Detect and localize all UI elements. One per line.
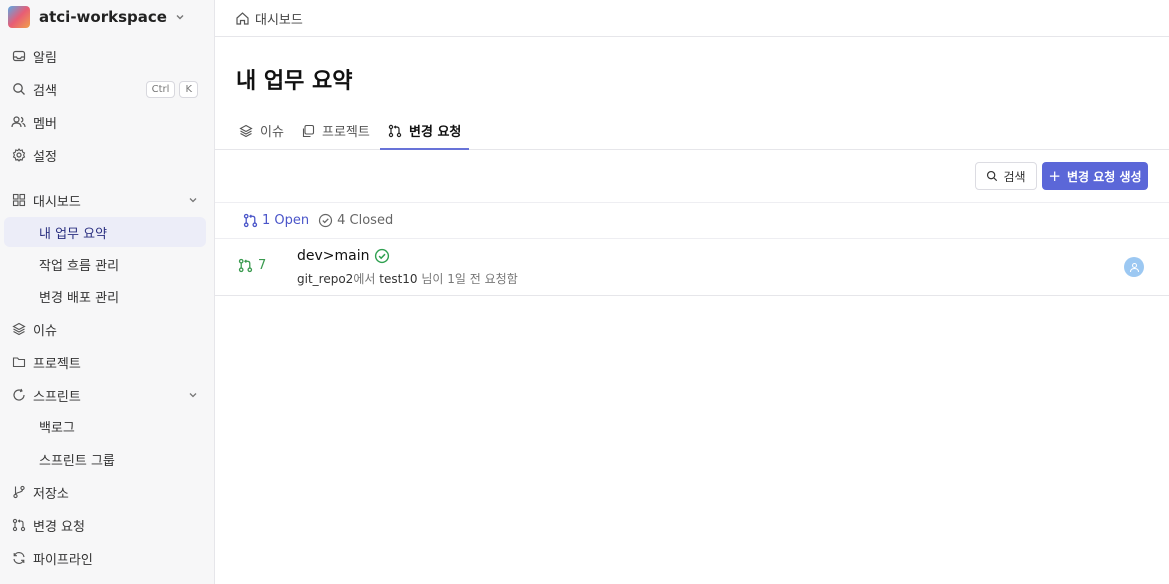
check-circle-icon [318, 213, 333, 228]
sprint-icon [11, 388, 26, 403]
sidebar-item-issues[interactable]: 이슈 [4, 314, 206, 344]
pr-repo: git_repo2 [297, 272, 354, 286]
search-icon [986, 170, 998, 182]
chevron-down-icon [175, 12, 185, 22]
workspace-switcher[interactable]: atci-workspace [8, 5, 185, 29]
pull-request-icon [11, 518, 26, 533]
tab-bar: 이슈 프로젝트 변경 요청 [215, 112, 1169, 150]
workspace-logo [8, 6, 30, 28]
check-circle-icon [374, 248, 390, 264]
sidebar-item-label: 설정 [33, 149, 57, 165]
git-branch-icon [11, 485, 26, 500]
sidebar-item-settings[interactable]: 설정 [4, 140, 206, 170]
sidebar-item-label: 스프린트 [33, 389, 81, 405]
sidebar-item-my-summary[interactable]: 내 업무 요약 [4, 217, 206, 247]
tab-issues[interactable]: 이슈 [239, 112, 284, 149]
sidebar-item-sprint-groups[interactable]: 스프린트 그룹 [4, 444, 206, 474]
sidebar: atci-workspace 알림 검색 Ctrl K 멤버 설정 대시보드 내… [0, 0, 215, 584]
shortcut-k: K [179, 80, 198, 98]
layers-icon [239, 124, 253, 138]
sidebar-item-label: 변경 요청 [33, 519, 85, 535]
toolbar: 검색 + 변경 요청 생성 [215, 150, 1169, 203]
dashboard-icon [11, 193, 26, 208]
sidebar-item-label: 작업 흐름 관리 [39, 258, 120, 274]
sidebar-item-sprint[interactable]: 스프린트 [4, 380, 206, 410]
tab-label: 변경 요청 [409, 125, 462, 140]
home-icon [235, 11, 250, 26]
chevron-down-icon[interactable] [188, 390, 198, 400]
plus-icon: + [1048, 167, 1061, 185]
breadcrumb: 대시보드 [215, 0, 1169, 37]
pr-meta-mid: 에서 [353, 272, 376, 286]
sidebar-item-label: 파이프라인 [33, 552, 93, 568]
sidebar-item-label: 알림 [33, 50, 57, 66]
search-button-label: 검색 [1003, 169, 1026, 184]
sidebar-item-label: 변경 배포 관리 [39, 290, 120, 306]
filter-open[interactable]: 1 Open [243, 213, 309, 228]
sidebar-item-deploy[interactable]: 변경 배포 관리 [4, 281, 206, 311]
search-button[interactable]: 검색 [975, 162, 1037, 190]
gear-icon [11, 148, 26, 163]
sidebar-item-label: 저장소 [33, 486, 69, 502]
sidebar-item-label: 이슈 [33, 323, 57, 339]
create-button-label: 변경 요청 생성 [1066, 169, 1142, 184]
sidebar-item-change-requests[interactable]: 변경 요청 [4, 510, 206, 540]
layers-icon [11, 322, 26, 337]
folder-icon [11, 355, 26, 370]
sidebar-item-label: 스프린트 그룹 [39, 453, 115, 469]
chevron-down-icon[interactable] [188, 195, 198, 205]
sidebar-item-label: 검색 [33, 83, 57, 99]
tab-change-requests[interactable]: 변경 요청 [379, 112, 470, 150]
user-icon [1129, 262, 1139, 272]
page-title: 내 업무 요약 [236, 69, 353, 94]
sidebar-item-dashboard[interactable]: 대시보드 [4, 185, 206, 215]
pull-request-icon [243, 213, 258, 228]
sidebar-item-repos[interactable]: 저장소 [4, 477, 206, 507]
pr-title-text[interactable]: dev>main [297, 248, 370, 264]
copy-icon [301, 124, 315, 138]
avatar[interactable] [1124, 257, 1144, 277]
pr-number-value: 7 [258, 258, 267, 273]
sidebar-item-label: 백로그 [39, 420, 75, 436]
pr-number: 7 [238, 258, 266, 273]
pr-meta: git_repo2에서 test10 님이 1일 전 요청함 [297, 270, 518, 287]
tab-label: 이슈 [260, 125, 284, 140]
pull-request-icon [238, 258, 253, 273]
workspace-name: atci-workspace [39, 8, 167, 26]
shortcut-ctrl: Ctrl [145, 80, 176, 98]
sidebar-item-notifications[interactable]: 알림 [4, 41, 206, 71]
filter-open-label: 1 Open [262, 213, 310, 228]
pr-user: test10 [379, 272, 418, 286]
pull-request-icon [388, 124, 402, 138]
list-item[interactable]: 7 dev>main git_repo2에서 test10 님이 1일 전 요청… [215, 239, 1169, 296]
breadcrumb-dashboard[interactable]: 대시보드 [255, 9, 303, 28]
sidebar-item-label: 내 업무 요약 [39, 226, 108, 242]
inbox-icon [11, 49, 26, 64]
create-change-request-button[interactable]: + 변경 요청 생성 [1042, 162, 1148, 190]
sidebar-item-projects[interactable]: 프로젝트 [4, 347, 206, 377]
sidebar-item-label: 대시보드 [33, 194, 81, 210]
users-icon [11, 115, 26, 130]
sidebar-item-pipeline[interactable]: 파이프라인 [4, 543, 206, 573]
pipeline-icon [11, 551, 26, 566]
pr-meta-tail: 님이 1일 전 요청함 [421, 272, 518, 286]
sidebar-item-workflow[interactable]: 작업 흐름 관리 [4, 249, 206, 279]
filter-closed[interactable]: 4 Closed [318, 213, 393, 228]
status-filter: 1 Open 4 Closed [215, 203, 1169, 239]
filter-closed-label: 4 Closed [337, 213, 394, 228]
tab-projects[interactable]: 프로젝트 [301, 112, 370, 149]
sidebar-item-search[interactable]: 검색 Ctrl K [4, 74, 206, 104]
tab-label: 프로젝트 [322, 125, 370, 140]
search-icon [11, 82, 26, 97]
sidebar-item-members[interactable]: 멤버 [4, 107, 206, 137]
sidebar-item-backlog[interactable]: 백로그 [4, 411, 206, 441]
pr-title: dev>main [297, 248, 390, 264]
sidebar-item-label: 멤버 [33, 116, 57, 132]
sidebar-item-label: 프로젝트 [33, 356, 81, 372]
